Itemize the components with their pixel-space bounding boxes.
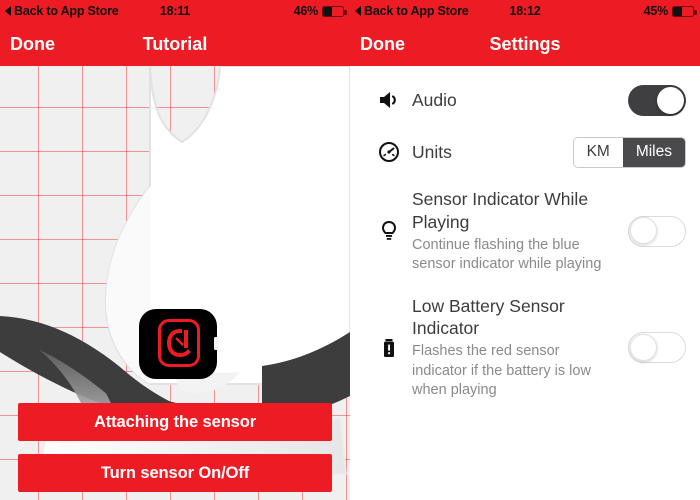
- toggle-knob: [629, 217, 657, 245]
- nav-bar-left: Done Tutorial: [0, 22, 350, 66]
- speedometer-icon: [366, 140, 412, 164]
- status-time-left: 18:11: [159, 4, 191, 18]
- settings-subtitle: Continue flashing the blue sensor indica…: [412, 236, 602, 273]
- settings-list: Audio Units KM Miles Sensor Indicator Wh…: [350, 66, 700, 500]
- toggle-knob: [629, 333, 657, 361]
- settings-title: Sensor Indicator While Playing: [412, 189, 589, 232]
- sensor-indicator-toggle[interactable]: [628, 215, 686, 247]
- speaker-icon: [366, 88, 412, 112]
- settings-title: Audio: [412, 89, 457, 110]
- settings-title: Low Battery Sensor Indicator: [412, 295, 565, 339]
- audio-toggle[interactable]: [628, 84, 686, 116]
- units-option-km[interactable]: KM: [573, 137, 623, 167]
- units-segmented-control[interactable]: KM Miles: [572, 136, 686, 168]
- status-bar-left: Back to App Store 18:11 46%: [0, 0, 350, 22]
- tutorial-illustration-area: Attaching the sensor Turn sensor On/Off: [0, 66, 350, 500]
- lightbulb-icon: [366, 219, 412, 243]
- settings-subtitle: Flashes the red sensor indicator if the …: [412, 343, 591, 399]
- settings-row-text: Sensor Indicator While Playing Continue …: [412, 188, 628, 275]
- toggle-knob: [657, 86, 684, 114]
- sensor-indicator-toggle-wrap: [628, 215, 686, 247]
- settings-row-text: Units: [412, 141, 573, 164]
- turn-sensor-on-off-button[interactable]: Turn sensor On/Off: [18, 454, 332, 492]
- attaching-the-sensor-button[interactable]: Attaching the sensor: [18, 403, 332, 441]
- settings-row-text: Low Battery Sensor Indicator Flashes the…: [412, 295, 628, 401]
- done-button-left[interactable]: Done: [0, 34, 55, 55]
- dual-screenshot: Back to App Store 18:11 46% Done Tutoria…: [0, 0, 700, 500]
- battery-alert-icon: [366, 336, 412, 360]
- status-bar-right: Back to App Store 18:12 45%: [350, 0, 700, 22]
- units-control-wrap: KM Miles: [572, 136, 686, 168]
- audio-toggle-wrap: [628, 84, 686, 116]
- settings-row-text: Audio: [412, 89, 628, 112]
- sensor-logo-icon: [166, 328, 191, 358]
- settings-row-units[interactable]: Units KM Miles: [350, 126, 700, 178]
- settings-title: Units: [412, 141, 452, 162]
- tutorial-action-buttons: Attaching the sensor Turn sensor On/Off: [0, 403, 350, 492]
- settings-screen: Back to App Store 18:12 45% Done Setting…: [350, 0, 700, 500]
- battery-icon: [322, 5, 347, 17]
- settings-row-low-battery[interactable]: Low Battery Sensor Indicator Flashes the…: [350, 285, 700, 411]
- low-battery-toggle[interactable]: [628, 332, 686, 364]
- tutorial-screen: Back to App Store 18:11 46% Done Tutoria…: [0, 0, 350, 500]
- battery-icon: [672, 5, 697, 17]
- sensor-device[interactable]: [139, 309, 219, 379]
- settings-row-audio[interactable]: Audio: [350, 74, 700, 126]
- done-button-right[interactable]: Done: [350, 34, 405, 55]
- low-battery-toggle-wrap: [628, 332, 686, 364]
- nav-bar-right: Done Settings: [350, 22, 700, 66]
- settings-row-sensor-indicator[interactable]: Sensor Indicator While Playing Continue …: [350, 178, 700, 285]
- units-option-miles[interactable]: Miles: [622, 137, 685, 167]
- device-screen-frame: [158, 319, 200, 367]
- status-time-right: 18:12: [509, 4, 541, 18]
- device-side-button[interactable]: [214, 337, 219, 350]
